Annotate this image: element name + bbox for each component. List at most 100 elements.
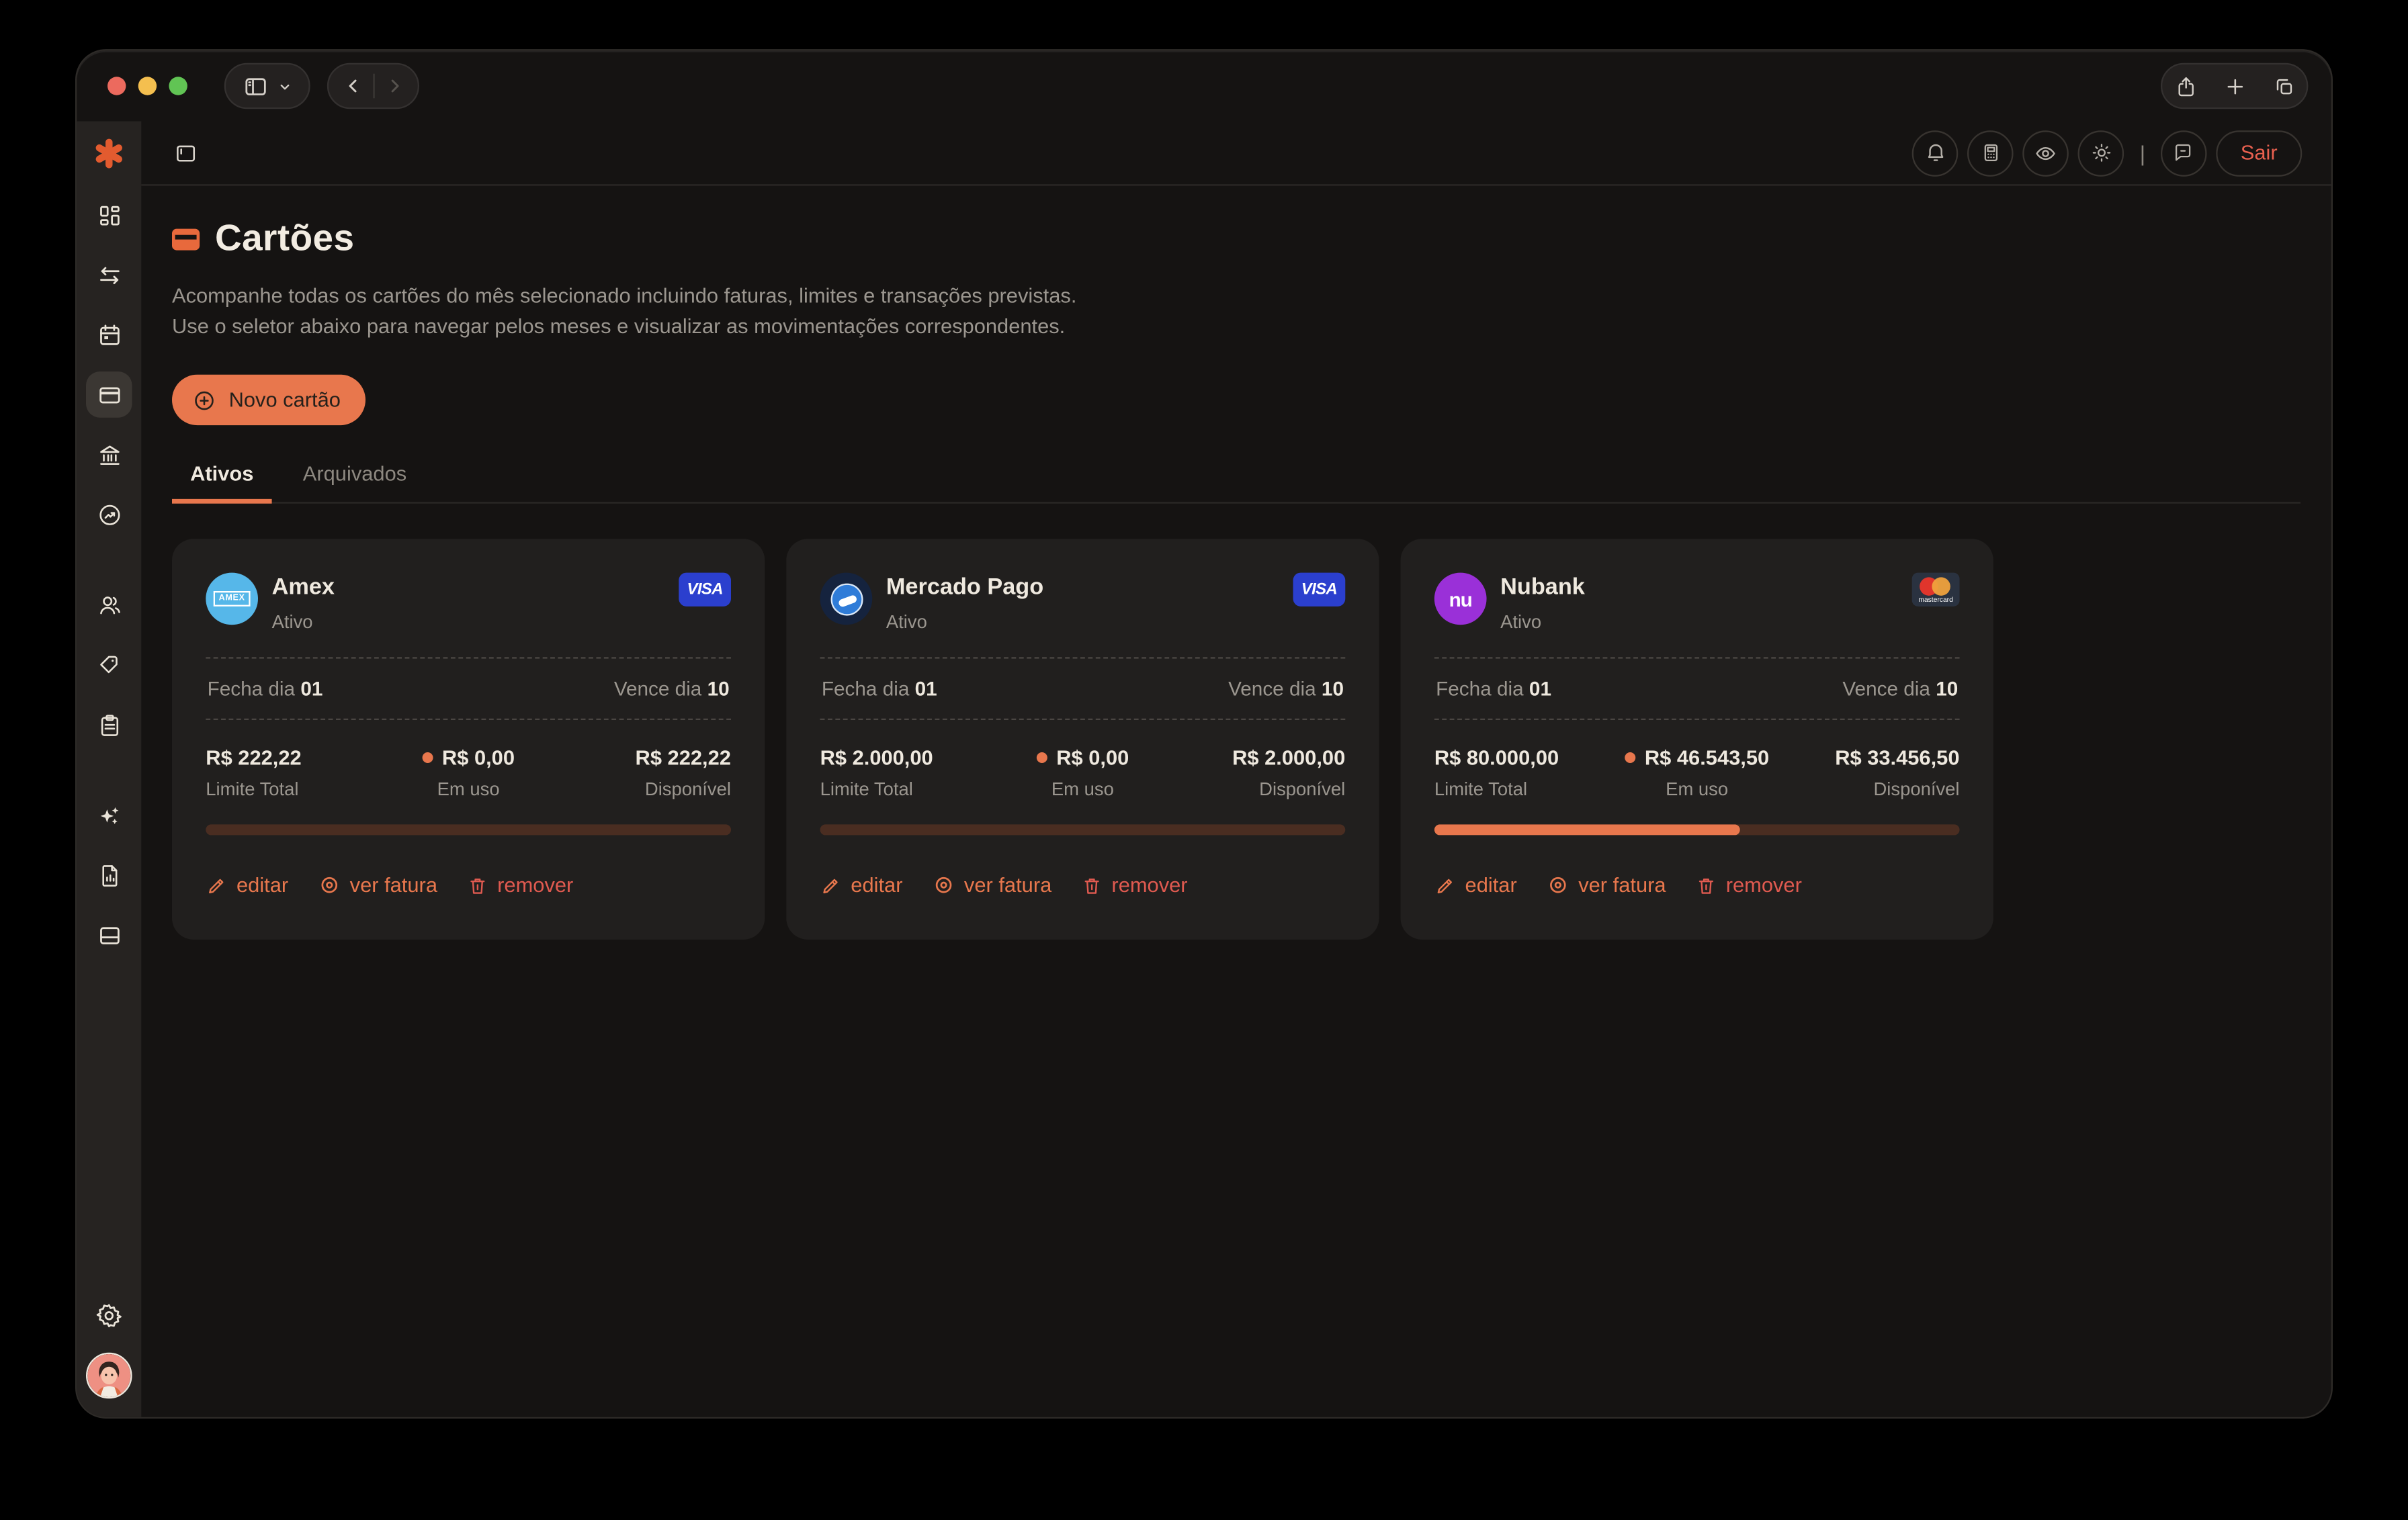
usage-progress-bar — [206, 825, 731, 836]
sidebar-item-tags[interactable] — [86, 641, 132, 688]
view-invoice-link[interactable]: ver fatura — [932, 874, 1051, 897]
forward-button[interactable] — [383, 75, 404, 97]
card-status: Ativo — [1500, 611, 1585, 633]
users-icon — [96, 592, 122, 618]
share-button[interactable] — [2174, 75, 2196, 97]
settings-button[interactable] — [86, 1293, 132, 1339]
calculator-icon — [1979, 141, 2002, 164]
sidebar-item-investments[interactable] — [86, 491, 132, 537]
new-card-button[interactable]: Novo cartão — [172, 375, 366, 425]
edit-card-link[interactable]: editar — [820, 874, 903, 897]
gear-icon — [95, 1302, 123, 1329]
mastercard-badge: mastercard — [1912, 573, 1960, 607]
card-nubank: nu Nubank Ativo mastercard — [1401, 539, 1993, 940]
panel-toggle-button[interactable] — [173, 140, 198, 165]
eye-icon — [2034, 140, 2059, 165]
tab-arquivados[interactable]: Arquivados — [294, 462, 417, 502]
remove-card-link[interactable]: remover — [1081, 874, 1188, 897]
sidebar-item-subscriptions[interactable] — [86, 912, 132, 958]
edit-card-link[interactable]: editar — [206, 874, 288, 897]
nubank-logo: nu — [1434, 573, 1487, 625]
stat-em-uso: R$ 0,00 Em uso — [1036, 746, 1129, 800]
transfer-arrows-icon — [96, 262, 122, 288]
titlebar-actions — [2161, 63, 2308, 109]
screen: | Sair Cartões — [0, 0, 2408, 1520]
bank-icon — [96, 441, 122, 467]
history-nav — [327, 63, 419, 109]
amex-logo: AMEX — [206, 573, 258, 625]
tab-ativos[interactable]: Ativos — [172, 462, 272, 502]
header-divider: | — [2140, 140, 2145, 165]
usage-dot — [422, 752, 433, 763]
feedback-button[interactable] — [2161, 130, 2207, 176]
remove-card-link[interactable]: remover — [466, 874, 573, 897]
notifications-button[interactable] — [1912, 130, 1959, 176]
trash-icon — [1081, 875, 1103, 896]
stat-limite: R$ 222,22 Limite Total — [206, 746, 301, 800]
sidebar-item-accounts[interactable] — [86, 431, 132, 478]
chat-bubble-icon — [2172, 141, 2195, 164]
close-button[interactable] — [108, 77, 126, 95]
view-invoice-link[interactable]: ver fatura — [318, 874, 437, 897]
close-day: Fecha dia 01 — [1436, 677, 1551, 700]
calendar-icon — [96, 322, 122, 348]
back-button[interactable] — [342, 75, 363, 97]
stat-disponivel: R$ 33.456,50 Disponível — [1835, 746, 1959, 800]
sidebar-item-dashboard[interactable] — [86, 192, 132, 238]
divider — [1434, 719, 1960, 720]
privacy-button[interactable] — [2023, 130, 2069, 176]
view-invoice-link[interactable]: ver fatura — [1546, 874, 1666, 897]
sidebar-item-calendar[interactable] — [86, 312, 132, 358]
trend-circle-icon — [96, 501, 122, 527]
user-avatar[interactable] — [86, 1353, 132, 1399]
sun-icon — [2090, 141, 2112, 164]
card-mercado-pago: Mercado Pago Ativo VISA Fecha dia 01 Ven… — [786, 539, 1379, 940]
edit-card-link[interactable]: editar — [1434, 874, 1517, 897]
target-icon — [318, 874, 341, 897]
new-tab-button[interactable] — [2223, 75, 2246, 97]
content: Cartões Acompanhe todas os cartões do mê… — [141, 186, 2331, 940]
calculator-button[interactable] — [1968, 130, 2014, 176]
divider — [206, 719, 731, 720]
sidebar-nav — [86, 192, 132, 958]
pencil-icon — [1434, 875, 1456, 896]
sidebar-item-contacts[interactable] — [86, 582, 132, 628]
due-day: Vence dia 10 — [614, 677, 730, 700]
sidebar-item-transactions[interactable] — [86, 252, 132, 298]
window-controls — [108, 77, 187, 95]
usage-dot — [1625, 752, 1635, 763]
close-day: Fecha dia 01 — [822, 677, 937, 700]
sidebar-item-planning[interactable] — [86, 702, 132, 748]
card-panel-icon — [96, 922, 122, 948]
tab-overview-button[interactable] — [2272, 75, 2295, 97]
new-card-label: Novo cartão — [229, 389, 341, 412]
plus-circle-icon — [192, 388, 217, 412]
chevron-down-icon — [275, 77, 292, 94]
theme-button[interactable] — [2078, 130, 2124, 176]
titlebar — [77, 50, 2331, 121]
sidebar-item-cards[interactable] — [86, 371, 132, 418]
logout-button[interactable]: Sair — [2216, 130, 2302, 176]
divider — [820, 719, 1346, 720]
zoom-button[interactable] — [169, 77, 187, 95]
trash-icon — [1695, 875, 1717, 896]
sidebar-toggle-button[interactable] — [224, 63, 310, 109]
clipboard-icon — [96, 711, 122, 737]
sidebar-panel-icon — [242, 73, 268, 99]
minimize-button[interactable] — [138, 77, 157, 95]
bell-icon — [1924, 141, 1947, 164]
due-day: Vence dia 10 — [1842, 677, 1958, 700]
remove-card-link[interactable]: remover — [1695, 874, 1802, 897]
page-title-card-icon — [172, 229, 200, 251]
stat-disponivel: R$ 222,22 Disponível — [636, 746, 731, 800]
file-chart-icon — [96, 862, 122, 888]
logout-label: Sair — [2241, 141, 2278, 164]
due-day: Vence dia 10 — [1228, 677, 1344, 700]
content-header: | Sair — [141, 122, 2331, 186]
sidebar-item-reports[interactable] — [86, 852, 132, 899]
stat-limite: R$ 2.000,00 Limite Total — [820, 746, 933, 800]
app-logo-asterisk-icon — [92, 136, 126, 170]
sidebar-item-ai[interactable] — [86, 792, 132, 838]
usage-dot — [1036, 752, 1047, 763]
card-status: Ativo — [272, 611, 335, 633]
